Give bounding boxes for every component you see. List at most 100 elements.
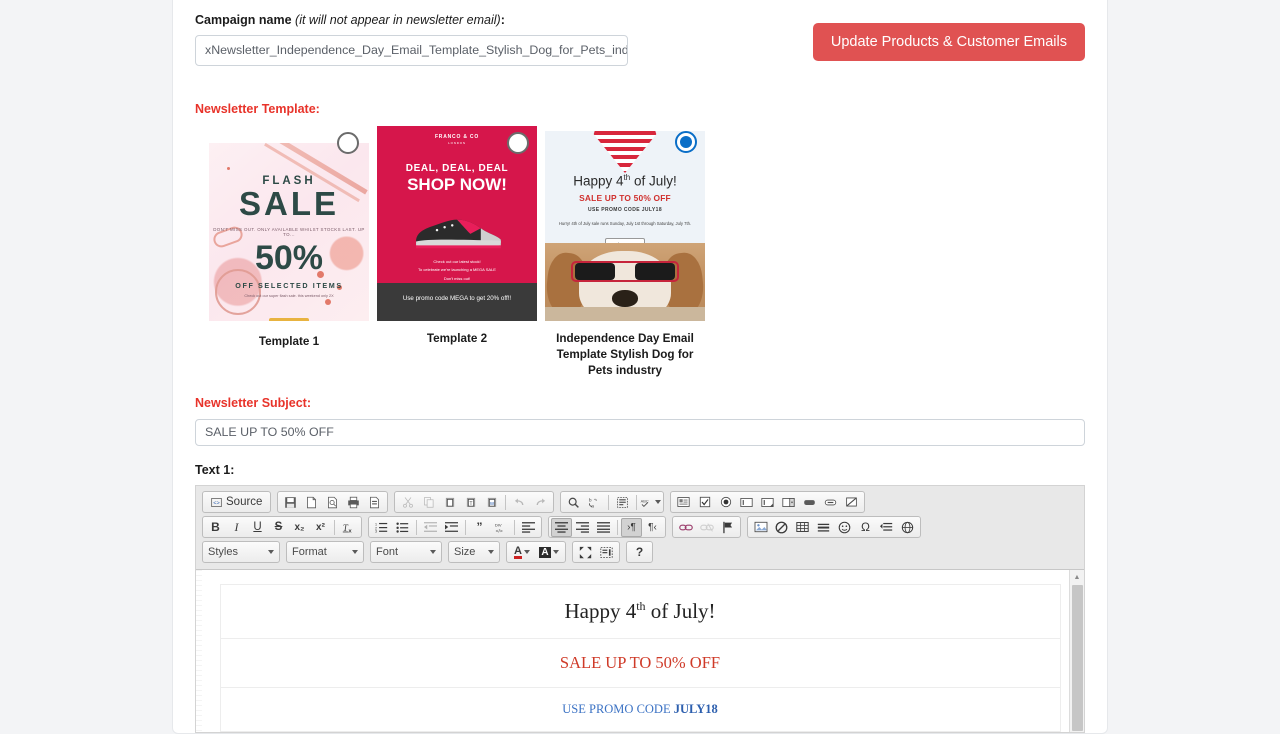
table-row: USE PROMO CODE JULY18 [220,687,1060,732]
spellcheck-button[interactable]: ABC [640,493,662,512]
bold-button[interactable]: B [205,518,226,537]
underline-button[interactable]: U [247,518,268,537]
templates-button[interactable] [364,493,385,512]
align-left-button[interactable] [518,518,539,537]
hidden-field-button[interactable] [841,493,862,512]
template-3-radio[interactable] [675,131,697,153]
template-2-thumbnail[interactable]: FRANCO & CO LONDON DEAL, DEAL, DEAL SHOP… [377,126,537,321]
iframe-button[interactable] [897,518,918,537]
table-button[interactable] [792,518,813,537]
scroll-up-arrow-icon[interactable]: ▲ [1070,570,1084,584]
special-char-button[interactable]: Ω [855,518,876,537]
form-button[interactable] [673,493,694,512]
template-1-off: OFF SELECTED ITEMS [235,281,343,290]
image-button[interactable] [750,518,771,537]
ltr-button[interactable]: ›¶ [621,517,642,537]
background-color-button[interactable]: A [535,543,563,562]
flash-button[interactable] [771,518,792,537]
about-button[interactable]: ? [629,543,650,562]
indent-button[interactable] [441,518,462,537]
maximize-button[interactable] [575,543,596,562]
strike-button[interactable]: S [268,518,289,537]
horizontal-rule-button[interactable] [813,518,834,537]
button-field-button[interactable] [799,493,820,512]
textarea-button[interactable] [757,493,778,512]
campaign-row: Campaign name (it will not appear in new… [195,13,1085,66]
save-button[interactable] [280,493,301,512]
paste-word-button[interactable]: W [481,493,502,512]
replace-button[interactable]: b ↷ a [584,493,605,512]
template-2-radio[interactable] [507,132,529,154]
newsletter-heading-cell[interactable]: Happy 4th of July! [220,584,1060,639]
template-2-line-a: Check out our latest stock! [433,259,481,264]
editor-content-area[interactable]: Happy 4th of July! SALE UP TO 50% OFF US… [196,570,1084,732]
template-1-note: Check out our super flash sale. this wee… [244,294,334,298]
template-option-3[interactable]: ★★★★★★ Happy 4th of July! SALE UP TO 50%… [545,126,705,379]
paste-button[interactable] [439,493,460,512]
outdent-button[interactable] [420,518,441,537]
size-combo[interactable]: Size [448,541,500,563]
text-color-button[interactable]: A [509,543,535,562]
align-justify-button[interactable] [593,518,614,537]
page-break-button[interactable] [876,518,897,537]
subscript-button[interactable]: x₂ [289,518,310,537]
svg-text:↷: ↷ [594,497,598,502]
text-field-button[interactable] [736,493,757,512]
align-center-button[interactable] [551,517,572,537]
print-button[interactable] [343,493,364,512]
font-combo[interactable]: Font [370,541,442,563]
new-page-button[interactable] [301,493,322,512]
remove-format-button[interactable]: Tx [338,518,359,537]
source-button[interactable]: <> Source [205,493,268,512]
italic-button[interactable]: I [226,518,247,537]
template-1-radio[interactable] [337,132,359,154]
image-button-icon [825,499,837,505]
radio-button-button[interactable] [715,493,736,512]
unlink-button[interactable] [696,518,717,537]
redo-button[interactable] [530,493,551,512]
select-field-icon [782,497,796,507]
template-1-thumbnail[interactable]: Why Dior? FLASH SALE DON'T MISS OUT. O [209,143,369,321]
format-combo[interactable]: Format [286,541,364,563]
newsletter-sale-cell[interactable]: SALE UP TO 50% OFF [220,638,1060,688]
superscript-button[interactable]: x² [310,518,331,537]
select-field-button[interactable] [778,493,799,512]
template-2-footer: Use promo code MEGA to get 20% off!! [377,283,537,321]
cut-button[interactable] [397,493,418,512]
select-all-button[interactable] [612,493,633,512]
table-row: SALE UP TO 50% OFF [220,638,1060,688]
templates-icon [370,496,380,508]
styles-combo[interactable]: Styles [202,541,280,563]
link-button[interactable] [675,518,696,537]
preview-button[interactable] [322,493,343,512]
newsletter-subject-input[interactable]: SALE UP TO 50% OFF [195,419,1085,446]
numbered-list-button[interactable]: 123 [371,518,392,537]
template-3-thumbnail[interactable]: ★★★★★★ Happy 4th of July! SALE UP TO 50%… [545,131,705,321]
smiley-button[interactable] [834,518,855,537]
template-3-heading: Happy 4th of July! [545,173,705,189]
anchor-button[interactable] [717,518,738,537]
rtl-button[interactable]: ¶‹ [642,518,663,537]
newsletter-promo-cell[interactable]: USE PROMO CODE JULY18 [220,687,1060,732]
checkbox-button[interactable] [694,493,715,512]
show-blocks-button[interactable] [596,543,617,562]
newsletter-template-section: Newsletter Template: Why Dior? [195,102,1085,378]
align-right-button[interactable] [572,518,593,537]
blockquote-button[interactable]: ” [469,518,490,537]
undo-button[interactable] [509,493,530,512]
copy-button[interactable] [418,493,439,512]
newsletter-subject-section: Newsletter Subject: SALE UP TO 50% OFF [195,396,1085,446]
template-3-heading-pre: Happy 4 [573,173,624,189]
campaign-name-input[interactable]: xNewsletter_Independence_Day_Email_Templ… [195,35,628,66]
image-button-button[interactable] [820,493,841,512]
update-products-customer-emails-button[interactable]: Update Products & Customer Emails [812,23,1085,61]
div-container-button[interactable]: DIV </> [490,518,511,537]
floor [545,307,705,321]
paste-text-button[interactable]: T [460,493,481,512]
scrollbar-thumb[interactable] [1072,585,1083,731]
find-button[interactable] [563,493,584,512]
editor-scrollbar[interactable]: ▲ [1069,570,1084,732]
bulleted-list-button[interactable] [392,518,413,537]
template-option-2[interactable]: FRANCO & CO LONDON DEAL, DEAL, DEAL SHOP… [377,126,537,347]
template-option-1[interactable]: Why Dior? FLASH SALE DON'T MISS OUT. O [209,126,369,350]
